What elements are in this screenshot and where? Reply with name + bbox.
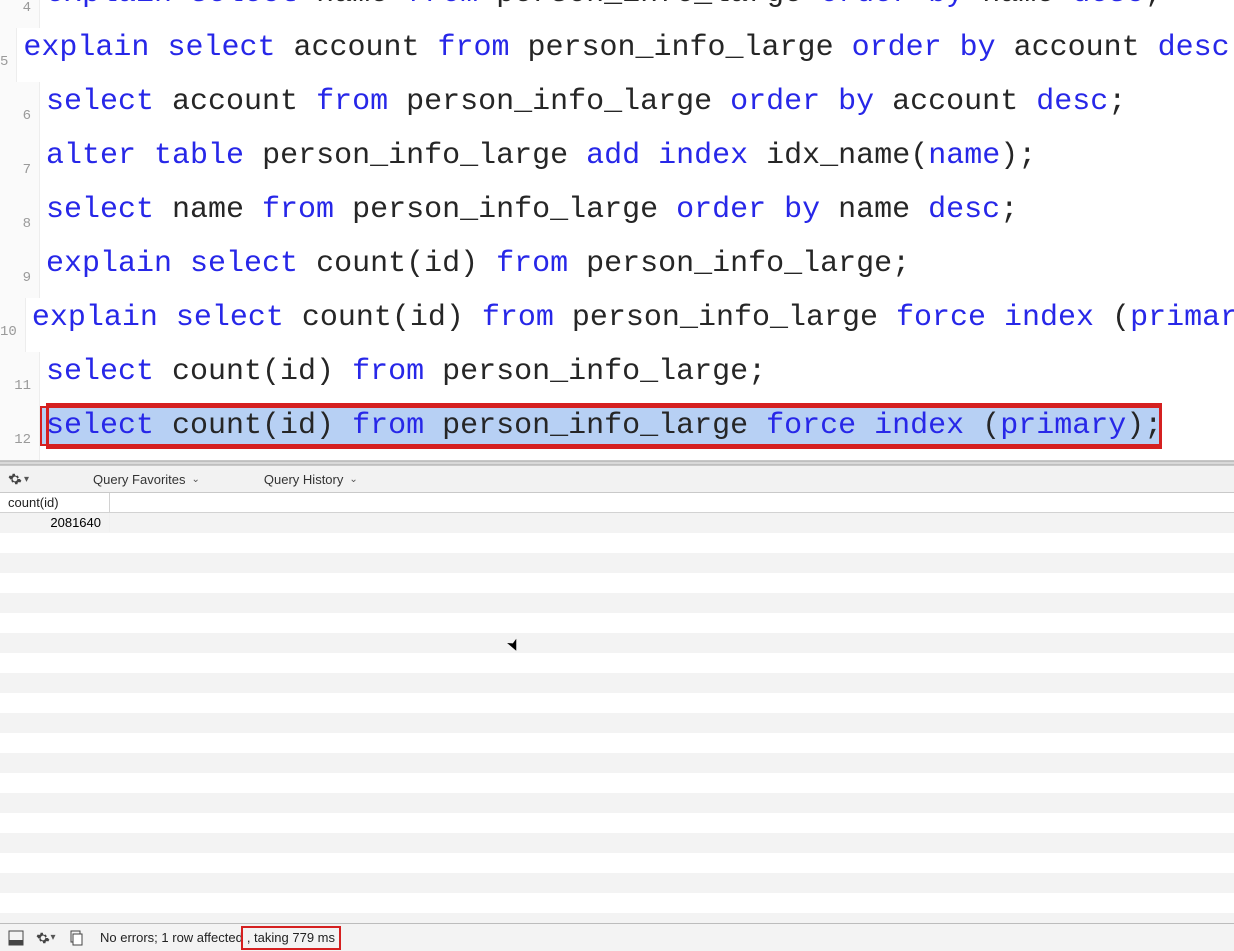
editor-line[interactable]: 12select count(id) from person_info_larg…	[0, 406, 1234, 460]
editor-line[interactable]: 5explain select account from person_info…	[0, 28, 1234, 82]
status-message: No errors; 1 row affected, taking 779 ms	[100, 926, 341, 950]
editor-line[interactable]: 7alter table person_info_large add index…	[0, 136, 1234, 190]
code-text[interactable]: select name from person_info_large order…	[40, 190, 1018, 230]
results-header-row: count(id)	[0, 493, 1234, 513]
results-column-header[interactable]: count(id)	[0, 493, 110, 512]
layout-icon	[8, 930, 24, 946]
line-number: 6	[0, 82, 40, 136]
query-toolbar: ▾ Query Favorites ⌄ Query History ⌄	[0, 465, 1234, 493]
results-grid[interactable]: count(id) 2081640 ➤	[0, 493, 1234, 923]
code-text[interactable]: select count(id) from person_info_large;	[40, 352, 766, 392]
copy-results-button[interactable]	[66, 928, 86, 948]
line-number: 4	[0, 0, 40, 28]
editor-line[interactable]: 10explain select count(id) from person_i…	[0, 298, 1234, 352]
results-cell: 2081640	[0, 513, 110, 532]
gear-icon	[36, 931, 50, 945]
chevron-down-icon: ⌄	[349, 474, 357, 485]
code-text[interactable]: explain select count(id) from person_inf…	[40, 244, 910, 284]
code-text[interactable]: select account from person_info_large or…	[40, 82, 1126, 122]
line-number: 11	[0, 352, 40, 406]
query-history-label: Query History	[264, 472, 343, 487]
line-number: 10	[0, 298, 26, 352]
code-text[interactable]: explain select name from person_info_lar…	[40, 0, 1162, 14]
line-number: 8	[0, 190, 40, 244]
code-text[interactable]: select count(id) from person_info_large …	[40, 406, 1162, 446]
query-history-dropdown[interactable]: Query History ⌄	[264, 472, 358, 487]
table-row[interactable]: 2081640	[0, 513, 1234, 532]
status-settings-button[interactable]: ▾	[36, 928, 56, 948]
query-settings-button[interactable]: ▾	[8, 472, 29, 486]
gear-icon	[8, 472, 22, 486]
status-bar: ▾ No errors; 1 row affected, taking 779 …	[0, 923, 1234, 951]
line-number: 7	[0, 136, 40, 190]
sql-editor[interactable]: 4explain select name from person_info_la…	[0, 0, 1234, 461]
code-text[interactable]: explain select account from person_info_…	[17, 28, 1234, 68]
line-number: 5	[0, 28, 17, 82]
editor-line[interactable]: 6select account from person_info_large o…	[0, 82, 1234, 136]
status-text: No errors; 1 row affected	[100, 930, 243, 945]
chevron-down-icon: ⌄	[192, 474, 200, 485]
chevron-down-icon: ▾	[50, 932, 55, 943]
code-text[interactable]: explain select count(id) from person_inf…	[26, 298, 1234, 338]
query-favorites-label: Query Favorites	[93, 472, 185, 487]
editor-line[interactable]: 11select count(id) from person_info_larg…	[0, 352, 1234, 406]
copy-icon	[68, 930, 84, 946]
line-number: 12	[0, 406, 40, 460]
editor-line[interactable]: 4explain select name from person_info_la…	[0, 0, 1234, 28]
line-number: 9	[0, 244, 40, 298]
layout-toggle-button[interactable]	[6, 928, 26, 948]
chevron-down-icon: ▾	[24, 474, 29, 485]
query-favorites-dropdown[interactable]: Query Favorites ⌄	[93, 472, 200, 487]
editor-line[interactable]: 9explain select count(id) from person_in…	[0, 244, 1234, 298]
editor-line[interactable]: 8select name from person_info_large orde…	[0, 190, 1234, 244]
code-text[interactable]: alter table person_info_large add index …	[40, 136, 1036, 176]
results-background-stripes	[0, 513, 1234, 923]
status-timing: , taking 779 ms	[241, 926, 341, 950]
